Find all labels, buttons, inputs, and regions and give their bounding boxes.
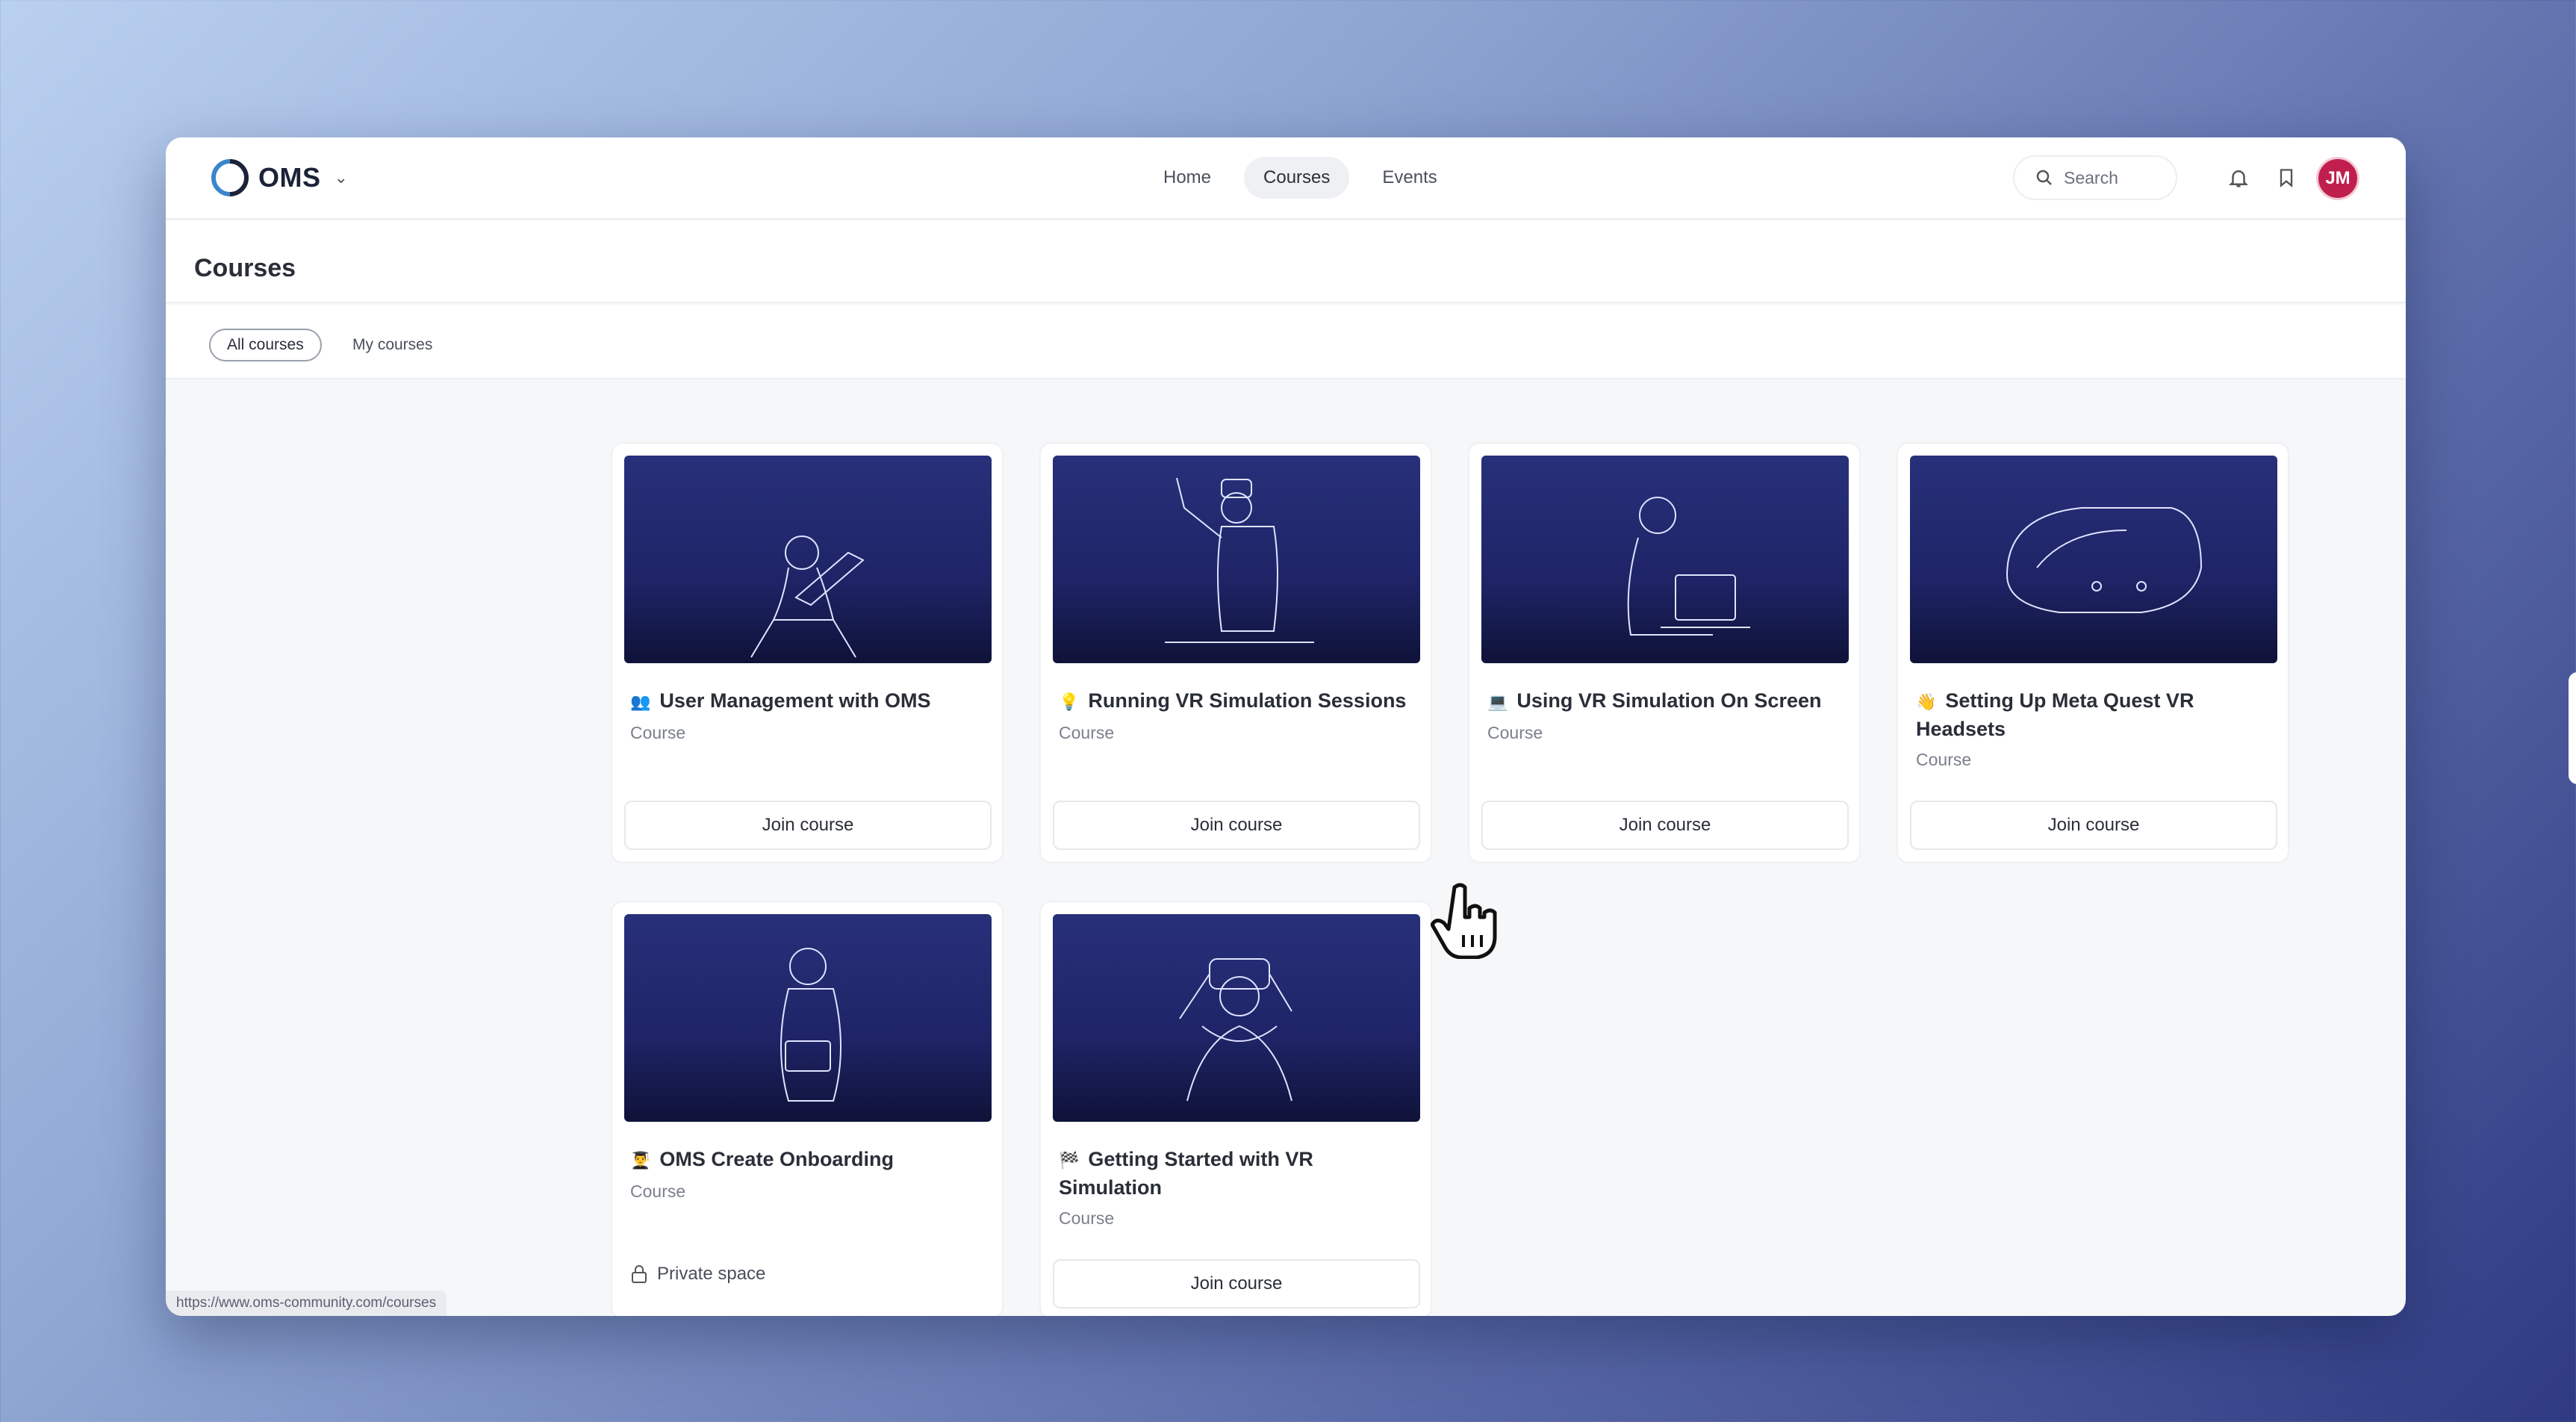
student-icon: 👨‍🎓	[630, 1151, 651, 1170]
search-icon	[2036, 170, 2052, 185]
nav-courses[interactable]: Courses	[1244, 157, 1350, 199]
course-illustration	[624, 914, 992, 1122]
chevron-down-icon[interactable]: ⌄	[335, 168, 348, 187]
page-title: Courses	[194, 254, 296, 282]
course-title-text: Using VR Simulation On Screen	[1516, 689, 1822, 712]
course-title-text: OMS Create Onboarding	[659, 1148, 894, 1170]
course-title-text: User Management with OMS	[659, 689, 931, 712]
course-type: Course	[630, 1182, 686, 1201]
course-card[interactable]: 🏁 Getting Started with VR Simulation Cour…	[1039, 901, 1432, 1316]
search-input[interactable]: Search	[2013, 155, 2177, 200]
top-navigation-bar: OMS ⌄ Home Courses Events Search JM	[166, 137, 2406, 220]
oms-logo[interactable]: OMS ⌄	[209, 157, 348, 199]
course-title[interactable]: 👨‍🎓 OMS Create Onboarding	[630, 1146, 989, 1174]
course-type: Course	[1059, 723, 1115, 742]
course-type: Course	[1916, 750, 1972, 769]
status-bar-url: https://www.oms-community.com/courses	[166, 1291, 447, 1316]
course-card[interactable]: 💻 Using VR Simulation On Screen Course Jo…	[1468, 442, 1861, 863]
course-title[interactable]: 💻 Using VR Simulation On Screen	[1487, 687, 1846, 715]
logo-text: OMS	[258, 162, 321, 193]
course-card[interactable]: 👥 User Management with OMS Course Join co…	[611, 442, 1004, 863]
filter-my-courses[interactable]: My courses	[336, 329, 449, 361]
people-icon: 👥	[630, 692, 651, 711]
course-title-text: Getting Started with VR Simulation	[1059, 1148, 1313, 1199]
course-illustration	[624, 456, 992, 663]
lightbulb-icon: 💡	[1059, 692, 1080, 711]
course-title-text: Running VR Simulation Sessions	[1088, 689, 1407, 712]
main-nav: Home Courses Events	[1144, 157, 1457, 199]
side-edge-tab	[2569, 672, 2576, 784]
join-course-button[interactable]: Join course	[1481, 801, 1849, 850]
nav-events[interactable]: Events	[1363, 157, 1456, 199]
course-illustration	[1481, 456, 1849, 663]
search-placeholder: Search	[2064, 167, 2118, 187]
course-title[interactable]: 💡 Running VR Simulation Sessions	[1059, 687, 1417, 715]
join-course-button[interactable]: Join course	[1053, 801, 1420, 850]
checkered-flag-icon: 🏁	[1059, 1151, 1080, 1170]
course-type: Course	[1487, 723, 1543, 742]
notifications-bell-icon[interactable]	[2224, 163, 2253, 193]
course-title[interactable]: 👋 Setting Up Meta Quest VR Headsets	[1916, 687, 2274, 742]
bookmark-icon[interactable]	[2271, 163, 2301, 193]
course-type: Course	[1059, 1208, 1115, 1228]
filter-bar: All courses My courses	[166, 305, 2406, 379]
page-header: Courses	[166, 221, 2406, 303]
join-course-button[interactable]: Join course	[1053, 1259, 1420, 1308]
private-space-text: Private space	[657, 1264, 766, 1284]
course-title[interactable]: 🏁 Getting Started with VR Simulation	[1059, 1146, 1417, 1201]
course-title[interactable]: 👥 User Management with OMS	[630, 687, 989, 715]
join-course-button[interactable]: Join course	[1910, 801, 2277, 850]
course-illustration	[1910, 456, 2277, 663]
course-type: Course	[630, 723, 686, 742]
filter-all-courses[interactable]: All courses	[209, 329, 322, 361]
browser-window: OMS ⌄ Home Courses Events Search JM Cour…	[166, 137, 2406, 1316]
user-avatar[interactable]: JM	[2316, 157, 2359, 200]
laptop-icon: 💻	[1487, 692, 1508, 711]
oms-logo-icon	[211, 159, 249, 196]
hand-pointer-icon	[1431, 883, 1497, 959]
course-illustration	[1053, 456, 1420, 663]
course-card[interactable]: 💡 Running VR Simulation Sessions Course J…	[1039, 442, 1432, 863]
course-card[interactable]: 👋 Setting Up Meta Quest VR Headsets Cours…	[1897, 442, 2289, 863]
course-illustration	[1053, 914, 1420, 1122]
join-course-button[interactable]: Join course	[624, 801, 992, 850]
course-card[interactable]: 👨‍🎓 OMS Create Onboarding Course Private …	[611, 901, 1004, 1316]
nav-home[interactable]: Home	[1144, 157, 1231, 199]
private-space-label: Private space	[630, 1264, 765, 1285]
course-title-text: Setting Up Meta Quest VR Headsets	[1916, 689, 2194, 740]
lock-icon	[632, 1265, 647, 1283]
waving-hand-icon: 👋	[1916, 692, 1937, 711]
